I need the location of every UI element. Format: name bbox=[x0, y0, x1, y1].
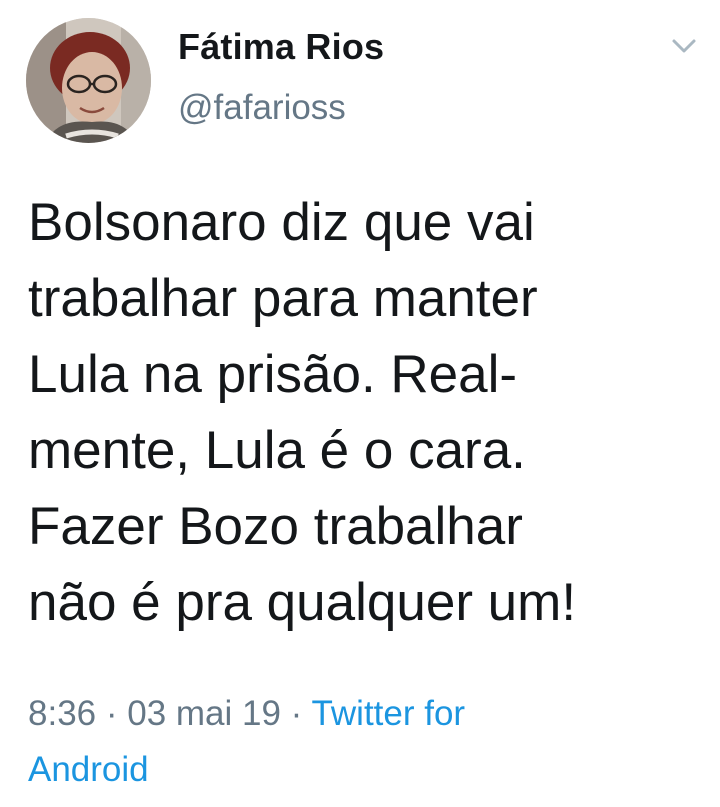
avatar-image bbox=[26, 18, 151, 143]
tweet-source-link[interactable]: Android bbox=[28, 750, 149, 789]
tweet-date[interactable]: 03 mai 19 bbox=[127, 694, 281, 733]
tweet-text-line: não é pra qualquer um! bbox=[28, 573, 577, 632]
separator: · bbox=[96, 694, 128, 733]
tweet-source-link[interactable]: Twitter for bbox=[311, 694, 465, 733]
chevron-down-icon[interactable] bbox=[668, 34, 700, 58]
tweet-text-line: mente, Lula é o cara. bbox=[28, 421, 526, 480]
tweet-text-line: Lula na prisão. Real- bbox=[28, 345, 518, 404]
tweet-text: Bolsonaro diz que vai trabalhar para man… bbox=[28, 185, 708, 641]
tweet-text-line: trabalhar para manter bbox=[28, 269, 538, 328]
user-handle[interactable]: @fafarioss bbox=[178, 88, 346, 128]
tweet-text-line: Fazer Bozo trabalhar bbox=[28, 497, 523, 556]
separator: · bbox=[280, 694, 312, 733]
display-name[interactable]: Fátima Rios bbox=[178, 26, 384, 68]
tweet-card: Fátima Rios @fafarioss Bolsonaro diz que… bbox=[0, 0, 720, 807]
tweet-metadata: 8:36 · 03 mai 19 · Twitter for Android bbox=[28, 686, 708, 798]
tweet-time[interactable]: 8:36 bbox=[28, 694, 96, 733]
avatar[interactable] bbox=[26, 18, 151, 143]
tweet-text-line: Bolsonaro diz que vai bbox=[28, 193, 535, 252]
